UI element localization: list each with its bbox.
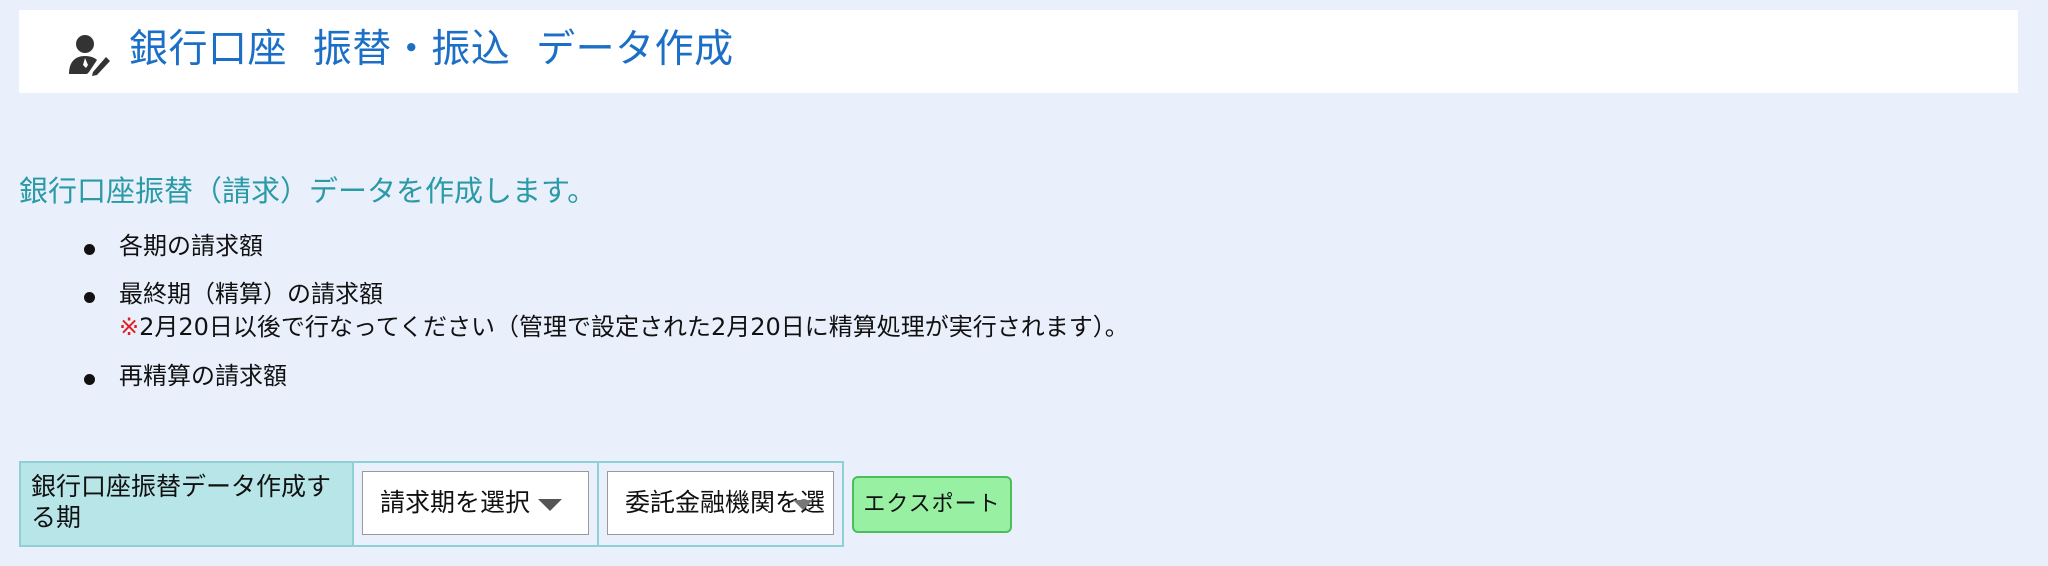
page-title: 銀行口座 振替・振込 データ作成 [129, 27, 734, 72]
period-select-cell: 請求期を選択 [354, 463, 599, 545]
list-item-text: 各期の請求額 [119, 232, 263, 260]
bullet-dot [84, 292, 95, 303]
period-select[interactable]: 請求期を選択 [362, 471, 589, 535]
list-item-text: 最終期（精算）の請求額 [119, 280, 383, 308]
bullet-dot [84, 374, 95, 385]
bank-select-cell: 委託金融機関を選 [599, 463, 842, 545]
page-header: 銀行口座 振替・振込 データ作成 [19, 10, 2018, 93]
bullet-dot [84, 244, 95, 255]
chevron-down-icon [538, 499, 562, 511]
export-button[interactable]: エクスポート [852, 476, 1012, 533]
list-item-text: 再精算の請求額 [119, 362, 287, 390]
list-item-note: ※2月20日以後で行なってください（管理で設定された2月20日に精算処理が実行さ… [119, 311, 1129, 343]
period-select-value: 請求期を選択 [380, 488, 531, 517]
chevron-down-icon [793, 500, 813, 510]
export-form: 銀行口座振替データ作成する期 請求期を選択 委託金融機関を選 [19, 461, 844, 547]
form-label: 銀行口座振替データ作成する期 [21, 463, 354, 545]
bank-select[interactable]: 委託金融機関を選 [607, 471, 834, 535]
note-mark: ※ [119, 313, 140, 341]
user-edit-icon [69, 35, 110, 76]
note-text: 2月20日以後で行なってください（管理で設定された2月20日に精算処理が実行され… [139, 313, 1129, 341]
intro-text: 銀行口座振替（請求）データを作成します。 [19, 174, 597, 208]
